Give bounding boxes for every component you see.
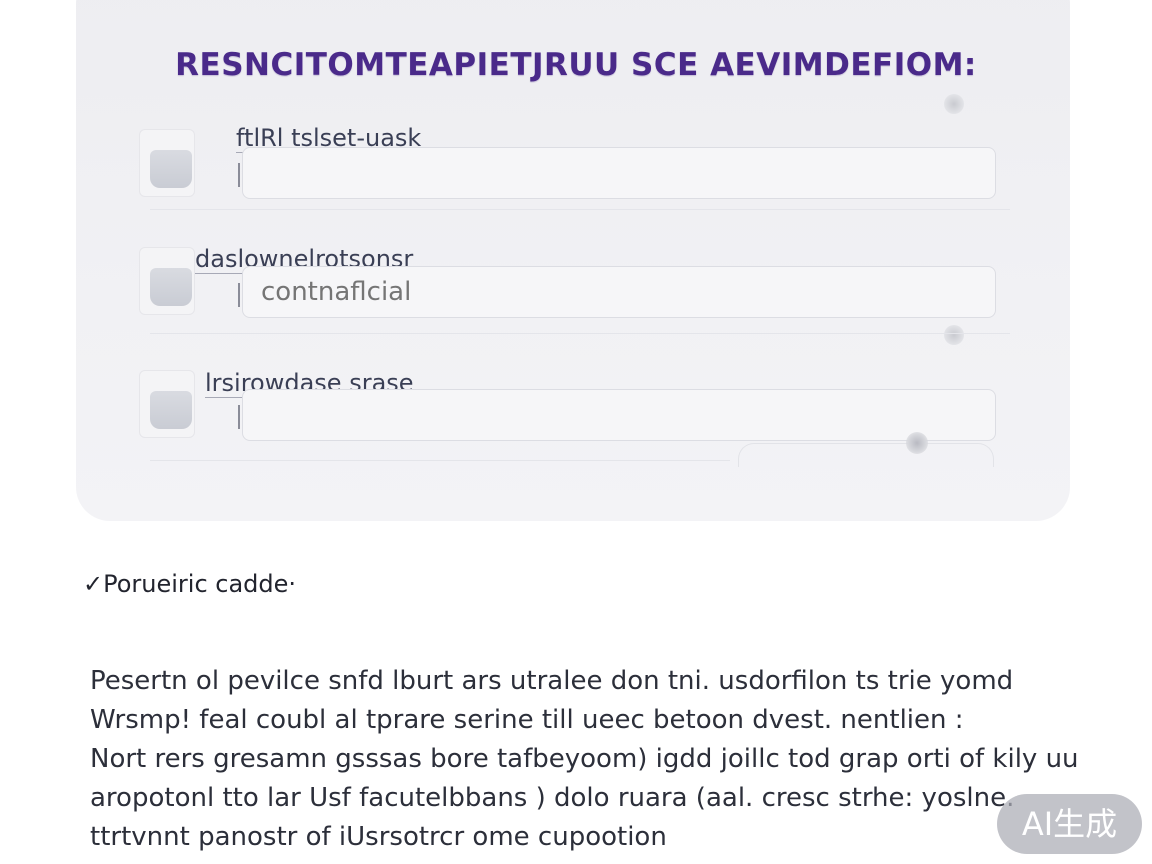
- body-line: Wrsmp! feal coubl al tprare serine till …: [90, 705, 964, 735]
- body-line: Pesertn ol pevilce snfd lburt ars utrale…: [90, 666, 1014, 696]
- field-2-divider: [150, 333, 1010, 334]
- form-title: RESNCITOMTEAPIETJRUU SCE AEVIMDEFIOM:: [175, 47, 977, 83]
- field-3-input[interactable]: [242, 389, 996, 441]
- field-3-divider: [150, 460, 730, 461]
- body-line: ttrtvnnt panostr of iUsrsotrcr ome cupoo…: [90, 822, 667, 852]
- section-heading: ✓Porueiric cadde·: [83, 570, 296, 598]
- field-1-input[interactable]: [242, 147, 996, 199]
- field-3-tile: [139, 370, 195, 438]
- body-line: aropotonl tto lar Usf facutelbbans ) dol…: [90, 783, 1015, 813]
- submit-knob-icon: [906, 432, 928, 454]
- field-1-icon: [150, 150, 192, 188]
- field-2-action-icon[interactable]: [944, 325, 964, 345]
- field-3-caret: [238, 405, 240, 429]
- field-1-caret: [238, 163, 240, 187]
- field-2-input[interactable]: [242, 266, 996, 318]
- ai-generated-badge: AI生成: [997, 794, 1142, 854]
- body-paragraph: Pesertn ol pevilce snfd lburt ars utrale…: [90, 662, 1080, 857]
- field-2-tile: [139, 247, 195, 315]
- section-heading-text: Porueiric cadde: [103, 570, 289, 598]
- body-line: Nort rers gresamn gsssas bore tafbeyoom)…: [90, 744, 1079, 774]
- submit-button[interactable]: [738, 443, 994, 467]
- field-3-icon: [150, 391, 192, 429]
- check-icon: ✓: [83, 570, 104, 598]
- field-2-icon: [150, 268, 192, 306]
- field-2-caret: [238, 283, 240, 307]
- heading-bullet-icon: ·: [288, 570, 297, 598]
- heart-icon: [944, 94, 964, 114]
- field-1-divider: [150, 209, 1010, 210]
- field-1-tile: [139, 129, 195, 197]
